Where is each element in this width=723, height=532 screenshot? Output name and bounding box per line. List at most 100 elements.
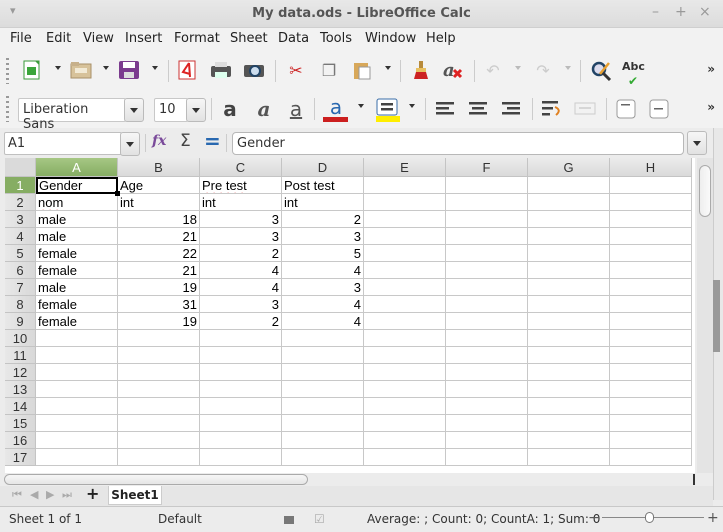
- spreadsheet-grid[interactable]: A B C D E F G H 1 Gender Age Pre test Post test 2 nom i…: [5, 158, 695, 473]
- column-header-a[interactable]: A: [36, 158, 118, 177]
- name-box-dropdown[interactable]: [120, 132, 140, 156]
- zoom-in-button[interactable]: +: [707, 510, 719, 526]
- font-name-dropdown[interactable]: [124, 98, 144, 122]
- close-icon[interactable]: ×: [699, 4, 711, 20]
- row-header-10[interactable]: 10: [5, 330, 36, 347]
- cell-b2[interactable]: int: [118, 194, 200, 211]
- cell-a13[interactable]: [36, 381, 118, 398]
- cell-g4[interactable]: [528, 228, 610, 245]
- selection-mode-icon[interactable]: [284, 516, 294, 524]
- cell-e3[interactable]: [364, 211, 446, 228]
- export-pdf-icon[interactable]: [176, 60, 198, 82]
- cell-d7[interactable]: 3: [282, 279, 364, 296]
- cell-c4[interactable]: 3: [200, 228, 282, 245]
- cell-g6[interactable]: [528, 262, 610, 279]
- column-header-d[interactable]: D: [282, 158, 364, 177]
- cell-e1[interactable]: [364, 177, 446, 194]
- cell-b17[interactable]: [118, 449, 200, 466]
- cell-d6[interactable]: 4: [282, 262, 364, 279]
- cell-g3[interactable]: [528, 211, 610, 228]
- cell-e16[interactable]: [364, 432, 446, 449]
- cell-b10[interactable]: [118, 330, 200, 347]
- cell-a11[interactable]: [36, 347, 118, 364]
- row-header-17[interactable]: 17: [5, 449, 36, 466]
- redo-dropdown[interactable]: [565, 66, 571, 70]
- cell-a9[interactable]: female: [36, 313, 118, 330]
- align-left-icon[interactable]: [434, 98, 456, 120]
- cell-h10[interactable]: [610, 330, 692, 347]
- menu-help[interactable]: Help: [426, 31, 456, 46]
- font-color-dropdown[interactable]: [358, 104, 364, 108]
- cell-a16[interactable]: [36, 432, 118, 449]
- column-header-g[interactable]: G: [528, 158, 610, 177]
- cell-h4[interactable]: [610, 228, 692, 245]
- menu-sheet[interactable]: Sheet: [230, 31, 268, 46]
- maximize-icon[interactable]: +: [675, 4, 687, 20]
- row-header-16[interactable]: 16: [5, 432, 36, 449]
- cell-h15[interactable]: [610, 415, 692, 432]
- cell-f6[interactable]: [446, 262, 528, 279]
- row-header-7[interactable]: 7: [5, 279, 36, 296]
- cell-h6[interactable]: [610, 262, 692, 279]
- cell-f15[interactable]: [446, 415, 528, 432]
- cell-h3[interactable]: [610, 211, 692, 228]
- cell-d10[interactable]: [282, 330, 364, 347]
- cell-b16[interactable]: [118, 432, 200, 449]
- name-box[interactable]: A1: [4, 132, 122, 155]
- cell-b6[interactable]: 21: [118, 262, 200, 279]
- cell-e8[interactable]: [364, 296, 446, 313]
- font-name-input[interactable]: Liberation Sans: [18, 98, 126, 132]
- cell-a17[interactable]: [36, 449, 118, 466]
- cell-c14[interactable]: [200, 398, 282, 415]
- cell-h9[interactable]: [610, 313, 692, 330]
- cell-c11[interactable]: [200, 347, 282, 364]
- more-formatting-button[interactable]: »: [707, 100, 715, 114]
- cell-c7[interactable]: 4: [200, 279, 282, 296]
- clone-formatting-icon[interactable]: [410, 60, 432, 82]
- cell-e14[interactable]: [364, 398, 446, 415]
- cell-f14[interactable]: [446, 398, 528, 415]
- cell-e11[interactable]: [364, 347, 446, 364]
- undo-dropdown[interactable]: [515, 66, 521, 70]
- function-wizard-icon[interactable]: fx: [152, 133, 166, 149]
- cell-a14[interactable]: [36, 398, 118, 415]
- row-header-12[interactable]: 12: [5, 364, 36, 381]
- cell-d2[interactable]: int: [282, 194, 364, 211]
- menu-file[interactable]: File: [10, 31, 32, 46]
- align-right-icon[interactable]: [500, 98, 522, 120]
- cell-d11[interactable]: [282, 347, 364, 364]
- cell-h11[interactable]: [610, 347, 692, 364]
- cell-d17[interactable]: [282, 449, 364, 466]
- column-header-f[interactable]: F: [446, 158, 528, 177]
- cell-g17[interactable]: [528, 449, 610, 466]
- cell-e15[interactable]: [364, 415, 446, 432]
- cell-g8[interactable]: [528, 296, 610, 313]
- cell-c16[interactable]: [200, 432, 282, 449]
- background-color-icon[interactable]: [375, 98, 400, 122]
- cell-g14[interactable]: [528, 398, 610, 415]
- cell-h8[interactable]: [610, 296, 692, 313]
- column-header-h[interactable]: H: [610, 158, 692, 177]
- find-replace-icon[interactable]: [590, 60, 612, 82]
- redo-icon[interactable]: ↷: [532, 60, 554, 82]
- cell-a2[interactable]: nom: [36, 194, 118, 211]
- cell-d13[interactable]: [282, 381, 364, 398]
- minimize-icon[interactable]: –: [652, 4, 659, 20]
- menu-insert[interactable]: Insert: [125, 31, 162, 46]
- cell-b12[interactable]: [118, 364, 200, 381]
- cell-a1[interactable]: Gender: [36, 177, 118, 194]
- cell-c9[interactable]: 2: [200, 313, 282, 330]
- row-header-13[interactable]: 13: [5, 381, 36, 398]
- cell-b13[interactable]: [118, 381, 200, 398]
- cell-e6[interactable]: [364, 262, 446, 279]
- cell-h1[interactable]: [610, 177, 692, 194]
- cell-b9[interactable]: 19: [118, 313, 200, 330]
- last-sheet-button[interactable]: ⏭: [62, 488, 72, 502]
- cell-a4[interactable]: male: [36, 228, 118, 245]
- add-sheet-button[interactable]: +: [86, 484, 99, 503]
- cell-f12[interactable]: [446, 364, 528, 381]
- cell-f11[interactable]: [446, 347, 528, 364]
- open-dropdown[interactable]: [103, 66, 109, 70]
- vertical-scrollbar-thumb[interactable]: [699, 165, 711, 217]
- cell-f2[interactable]: [446, 194, 528, 211]
